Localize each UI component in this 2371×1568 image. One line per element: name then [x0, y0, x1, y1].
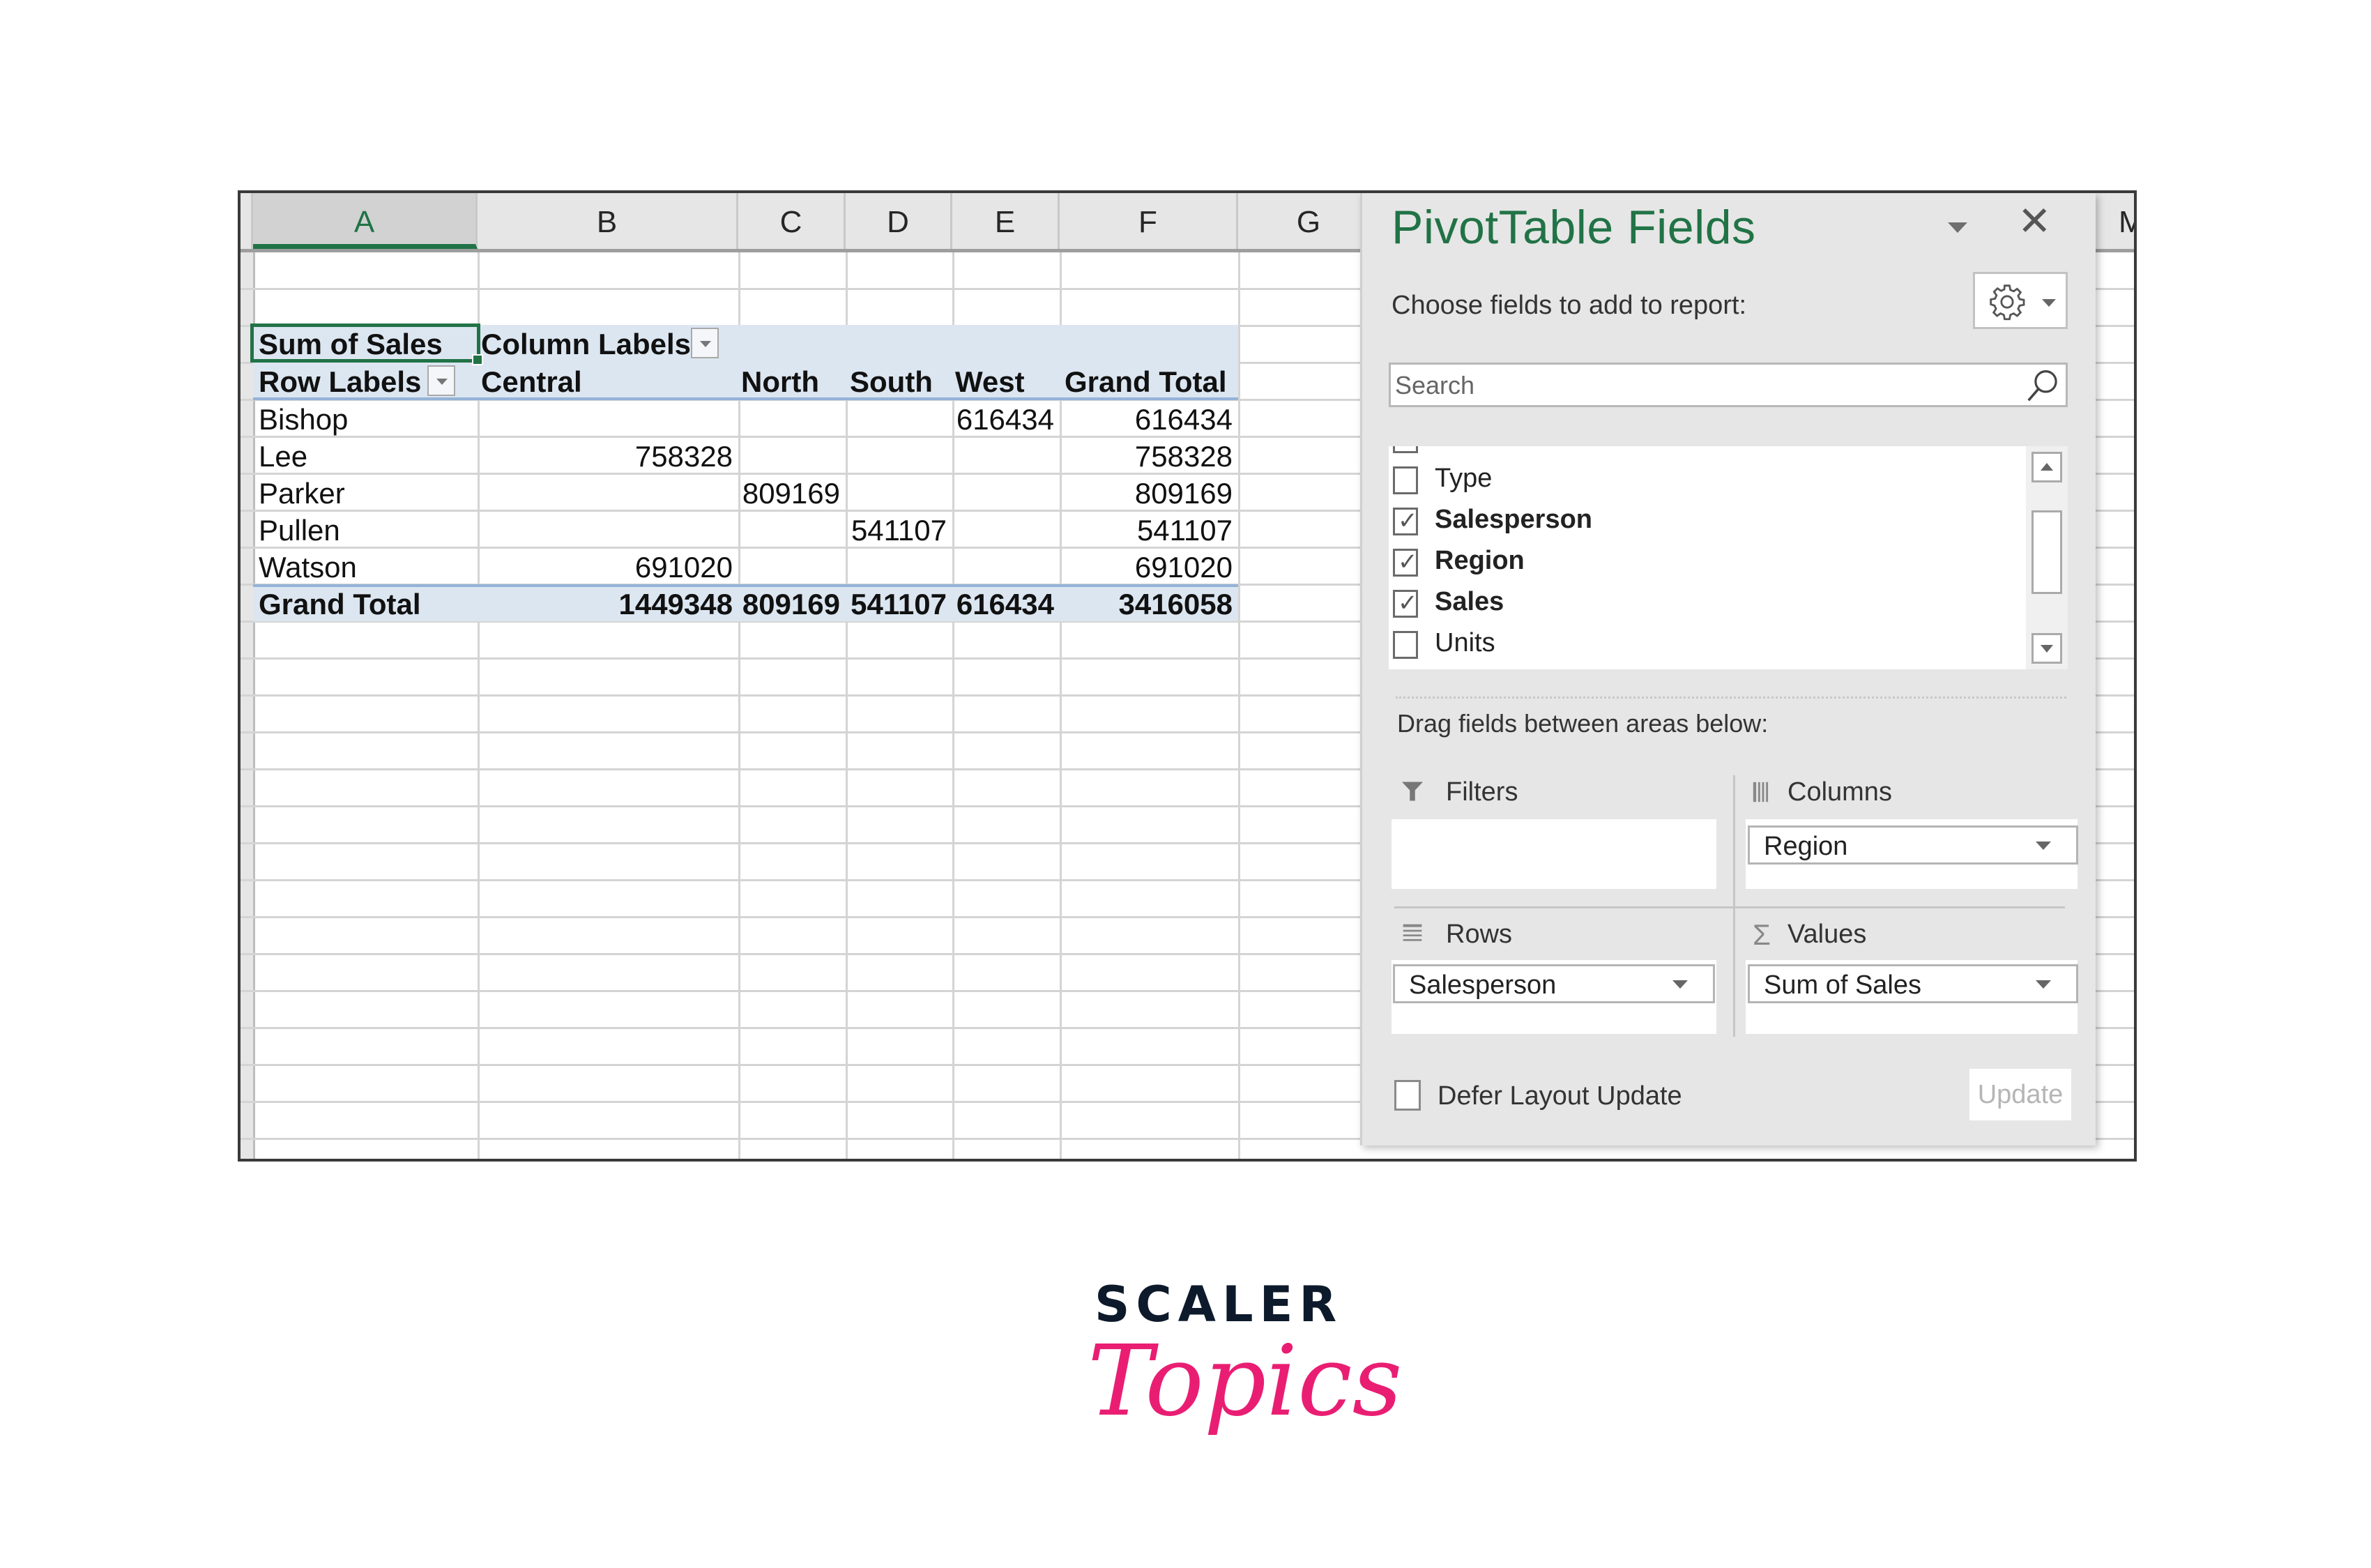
column-header-d[interactable]: D [846, 193, 952, 249]
pivot-col-south: South [850, 365, 933, 398]
rows-item-salesperson[interactable]: Salesperson [1393, 964, 1715, 1003]
columns-area-label: Columns [1787, 777, 1892, 807]
chevron-down-icon [2042, 299, 2056, 307]
pivottable-fields-pane: PivotTable Fields ✕ Choose fields to add… [1360, 193, 2096, 1145]
select-all-corner[interactable] [241, 193, 253, 249]
rows-area-label: Rows [1446, 920, 1513, 949]
column-header-f[interactable]: F [1060, 193, 1238, 249]
update-button[interactable]: Update [1969, 1069, 2071, 1120]
pivot-value-cell[interactable]: 616434 [956, 403, 1054, 436]
columns-icon [1753, 782, 1769, 802]
pivot-value-cell[interactable]: 541107 [1137, 514, 1233, 547]
search-input[interactable] [1394, 370, 2010, 401]
field-list: Month Type Salesperson Region Sales Units [1389, 446, 2068, 669]
defer-layout-label: Defer Layout Update [1438, 1081, 1682, 1111]
pivot-value-cell[interactable]: 616434 [1135, 403, 1233, 436]
pivot-value-cell[interactable]: 691020 [1135, 551, 1233, 584]
pivot-value-cell[interactable]: 809169 [1135, 477, 1233, 510]
field-checkbox[interactable] [1393, 466, 1418, 494]
columns-item-region[interactable]: Region [1748, 825, 2078, 865]
pivot-row-label[interactable]: Parker [259, 477, 345, 510]
column-header-a[interactable]: A [253, 193, 478, 249]
pivot-col-west: West [955, 365, 1025, 398]
field-checkbox[interactable] [1393, 446, 1418, 453]
column-header-b[interactable]: B [478, 193, 738, 249]
field-label: Sales [1435, 587, 1504, 616]
field-search-box[interactable] [1389, 363, 2068, 407]
search-icon[interactable] [2024, 367, 2061, 405]
pivot-column-labels: Column Labels [481, 328, 692, 360]
column-header-m[interactable]: M [2094, 193, 2134, 249]
pivot-grand-total-label[interactable]: Grand Total [259, 588, 421, 621]
pivot-grand-total-cell[interactable]: 3416058 [1118, 588, 1233, 621]
section-divider [1396, 697, 2066, 699]
filters-area-label: Filters [1446, 777, 1518, 807]
pivot-grand-total-cell[interactable]: 809169 [742, 588, 840, 621]
row-labels-filter-dropdown[interactable] [427, 365, 455, 396]
close-icon[interactable]: ✕ [2018, 201, 2052, 242]
pivot-col-north: North [741, 365, 819, 398]
pivot-value-cell[interactable]: 758328 [1135, 440, 1233, 473]
pivot-grand-total-cell[interactable]: 616434 [956, 588, 1054, 621]
pane-title: PivotTable Fields [1392, 201, 1756, 254]
pivot-value-cell[interactable]: 541107 [851, 514, 947, 547]
pivot-col-central: Central [481, 365, 582, 398]
pivot-grand-total-cell[interactable]: 541107 [851, 588, 947, 621]
pivot-grand-total-cell[interactable]: 1449348 [618, 588, 733, 621]
choose-fields-label: Choose fields to add to report: [1392, 291, 1747, 320]
column-header-e[interactable]: E [952, 193, 1060, 249]
column-header-c[interactable]: C [738, 193, 846, 249]
pivot-row-labels: Row Labels [259, 365, 422, 398]
field-checkbox[interactable] [1393, 631, 1418, 659]
field-label: Type [1435, 464, 1493, 493]
pivot-value-label: Sum of Sales [259, 328, 443, 360]
pivot-col-grand-total: Grand Total [1065, 365, 1227, 398]
scroll-up-button[interactable] [2031, 452, 2062, 482]
pivot-value-cell[interactable]: 809169 [742, 477, 840, 510]
filter-icon [1402, 782, 1423, 801]
column-labels-filter-dropdown[interactable] [691, 328, 719, 358]
field-label: Region [1435, 546, 1525, 575]
field-label: Salesperson [1435, 505, 1592, 534]
scroll-down-button[interactable] [2031, 633, 2062, 664]
field-list-scrollbar[interactable] [2026, 446, 2068, 669]
pivot-value-cell[interactable]: 691020 [635, 551, 733, 584]
pivot-row-label[interactable]: Pullen [259, 514, 340, 547]
field-checkbox[interactable] [1393, 589, 1418, 618]
logo-topics-text: Topics [1088, 1325, 1403, 1438]
scroll-thumb[interactable] [2031, 510, 2062, 594]
filters-drop-area[interactable] [1392, 819, 1716, 889]
values-item-sum-of-sales[interactable]: Sum of Sales [1748, 964, 2078, 1003]
field-label: Month [1435, 446, 1509, 452]
field-checkbox[interactable] [1393, 507, 1418, 535]
pane-options-dropdown-icon[interactable] [1948, 222, 1967, 233]
pivot-row-label[interactable]: Lee [259, 440, 307, 473]
drag-fields-label: Drag fields between areas below: [1397, 709, 1769, 738]
field-checkbox[interactable] [1393, 548, 1418, 577]
gear-icon [1990, 284, 2025, 321]
values-area-label: Values [1787, 920, 1867, 949]
pivot-row-label[interactable]: Watson [259, 551, 357, 584]
pivot-row-label[interactable]: Bishop [259, 403, 348, 436]
defer-layout-checkbox[interactable] [1394, 1080, 1421, 1111]
sigma-icon: Σ [1753, 918, 1771, 951]
field-label: Units [1435, 628, 1495, 657]
pivot-value-cell[interactable]: 758328 [635, 440, 733, 473]
rows-icon [1403, 924, 1422, 941]
area-divider-horizontal [1394, 906, 2065, 908]
tools-button[interactable] [1973, 272, 2068, 329]
excel-window: A B C D E F G M Sum of Sales Column Labe… [238, 190, 2137, 1162]
